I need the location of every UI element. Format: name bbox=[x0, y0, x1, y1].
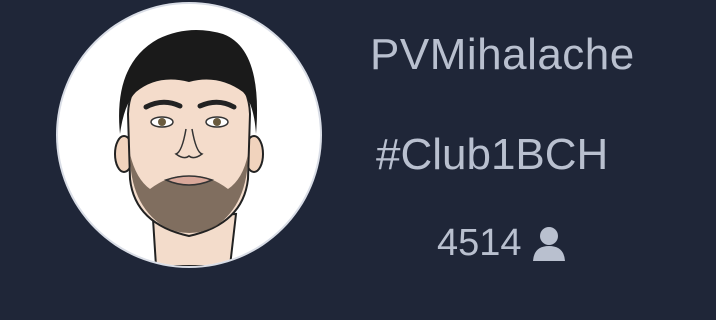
followers-count-value: 4514 bbox=[437, 222, 522, 264]
followers-count[interactable]: 4514 bbox=[437, 222, 566, 265]
profile-card: PVMihalache #Club1BCH 4514 bbox=[0, 0, 716, 320]
profile-username[interactable]: PVMihalache bbox=[370, 30, 635, 80]
avatar[interactable] bbox=[58, 4, 320, 266]
profile-hashtag[interactable]: #Club1BCH bbox=[376, 130, 608, 180]
avatar-portrait-icon bbox=[114, 30, 264, 266]
user-icon bbox=[532, 226, 565, 261]
